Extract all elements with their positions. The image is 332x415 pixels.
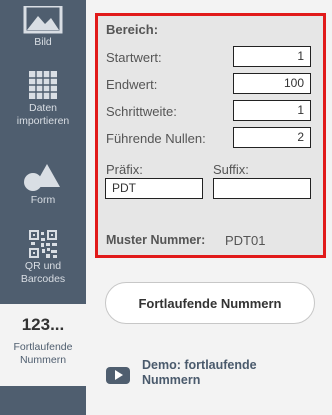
sidebar: Bild Daten importieren Form QR und Barco… [0,0,86,415]
play-video-icon [106,366,130,384]
demo-link-label: Demo: fortlaufende Nummern [142,358,257,388]
leading-zeros-label: Führende Nullen: [106,131,206,146]
sidebar-item-label: Fortlaufende Nummern [13,341,73,366]
numbers-symbol: 123... [21,315,65,334]
image-icon [23,6,63,34]
prefix-field[interactable]: PDT [105,178,203,199]
sidebar-item-qr[interactable]: QR und Barcodes [0,228,86,300]
sidebar-item-label: QR und Barcodes [20,260,66,285]
sidebar-item-sequential-numbers[interactable]: 123... Fortlaufende Nummern [0,304,86,386]
qr-code-icon [29,230,57,258]
spreadsheet-icon [29,71,57,99]
sidebar-item-shape[interactable]: Form [0,160,86,216]
end-value-field[interactable]: 100 [233,73,311,94]
pattern-value: PDT01 [225,233,266,248]
range-heading: Bereich: [106,22,159,37]
start-value-field[interactable]: 1 [233,46,311,67]
suffix-field[interactable] [213,178,311,199]
step-field[interactable]: 1 [233,100,311,121]
shapes-icon [24,164,60,191]
suffix-label: Suffix: [213,162,249,177]
leading-zeros-field[interactable]: 2 [233,127,311,148]
pattern-label: Muster Nummer: [106,233,206,247]
sequential-numbers-button[interactable]: Fortlaufende Nummern [105,282,315,324]
end-value-label: Endwert: [106,77,158,92]
sidebar-item-label: Bild [34,36,52,48]
sidebar-item-import-data[interactable]: Daten importieren [0,66,86,138]
prefix-label: Präfix: [106,162,143,177]
sidebar-item-image[interactable]: Bild [0,0,86,56]
sidebar-item-label: Daten importieren [16,102,70,127]
demo-line-2: Nummern [142,373,201,387]
step-label: Schrittweite: [106,104,177,119]
start-value-label: Startwert: [106,50,162,65]
sidebar-item-label: Form [30,194,56,206]
sidebar-bottom [0,386,86,415]
demo-line-1: Demo: fortlaufende [142,358,257,372]
demo-link[interactable]: Demo: fortlaufende Nummern [106,358,257,388]
